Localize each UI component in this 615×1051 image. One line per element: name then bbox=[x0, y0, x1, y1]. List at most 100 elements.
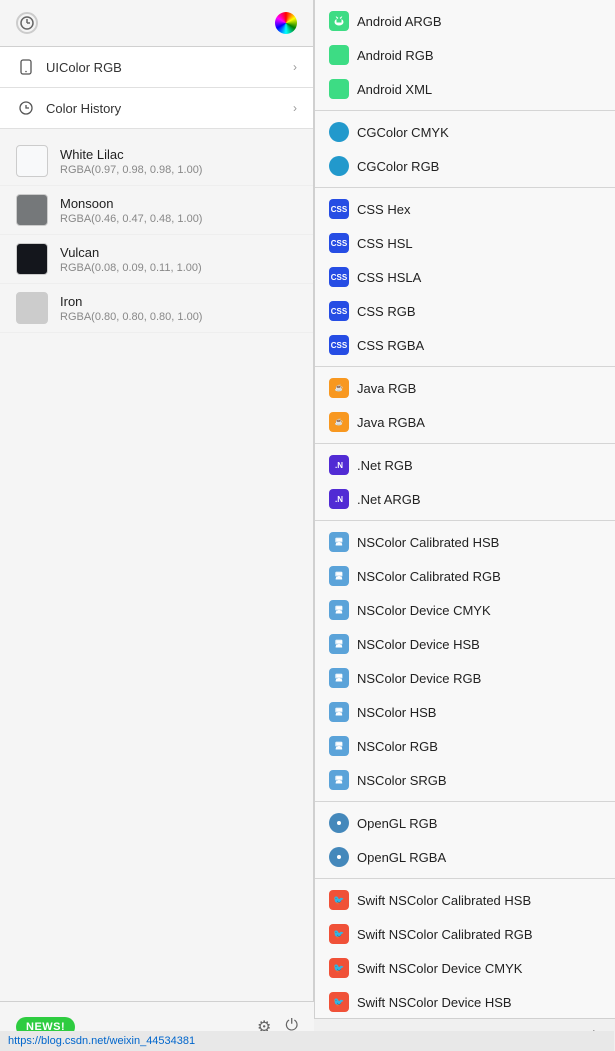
dropdown-item-nscolor-rgb[interactable]: 🖥 NSColor RGB bbox=[315, 729, 615, 763]
css-rgba-label: CSS RGBA bbox=[357, 338, 424, 353]
dropdown-item-swift-nscolor-device-hsb[interactable]: 🐦 Swift NSColor Device HSB bbox=[315, 985, 615, 1019]
dropdown-item-nscolor-srgb[interactable]: 🖥 NSColor SRGB bbox=[315, 763, 615, 797]
android-rgb-label: Android RGB bbox=[357, 48, 434, 63]
nav-color-history-label: Color History bbox=[46, 101, 293, 116]
swift-icon: 🐦 bbox=[329, 958, 349, 978]
dropdown-item-opengl-rgb[interactable]: OpenGL RGB bbox=[315, 806, 615, 840]
dropdown-item-swift-nscolor-calibrated-rgb[interactable]: 🐦 Swift NSColor Calibrated RGB bbox=[315, 917, 615, 951]
dropdown-item-css-rgb[interactable]: CSS CSS RGB bbox=[315, 294, 615, 328]
dropdown-item-android-argb[interactable]: Android ARGB bbox=[315, 4, 615, 38]
status-bar: https://blog.csdn.net/weixin_44534381 bbox=[0, 1031, 614, 1051]
java-icon: ☕ bbox=[329, 378, 349, 398]
dropdown-item-nscolor-device-hsb[interactable]: 🖥 NSColor Device HSB bbox=[315, 627, 615, 661]
nav-history-chevron: › bbox=[293, 101, 297, 115]
cgcolor-icon bbox=[329, 156, 349, 176]
dropdown-item-css-hsl[interactable]: CSS CSS HSL bbox=[315, 226, 615, 260]
android-argb-label: Android ARGB bbox=[357, 14, 442, 29]
color-value-monsoon: RGBA(0.46, 0.47, 0.48, 1.00) bbox=[60, 213, 202, 225]
nscolor-icon: 🖥 bbox=[329, 532, 349, 552]
swift-icon: 🐦 bbox=[329, 992, 349, 1012]
section-nscolor: 🖥 NSColor Calibrated HSB 🖥 NSColor Calib… bbox=[315, 521, 615, 802]
css-icon: CSS bbox=[329, 335, 349, 355]
color-swatch-vulcan bbox=[16, 243, 48, 275]
color-swatch-iron bbox=[16, 292, 48, 324]
java-icon: ☕ bbox=[329, 412, 349, 432]
dropdown-item-nscolor-hsb[interactable]: 🖥 NSColor HSB bbox=[315, 695, 615, 729]
dropdown-item-css-rgba[interactable]: CSS CSS RGBA bbox=[315, 328, 615, 362]
css-hex-label: CSS Hex bbox=[357, 202, 410, 217]
dropdown-item-java-rgba[interactable]: ☕ Java RGBA bbox=[315, 405, 615, 439]
nscolor-srgb-label: NSColor SRGB bbox=[357, 773, 447, 788]
color-info-iron: Iron RGBA(0.80, 0.80, 0.80, 1.00) bbox=[60, 294, 202, 323]
section-java: ☕ Java RGB ☕ Java RGBA bbox=[315, 367, 615, 444]
history-icon bbox=[16, 98, 36, 118]
nscolor-hsb-label: NSColor HSB bbox=[357, 705, 436, 720]
color-value-vulcan: RGBA(0.08, 0.09, 0.11, 1.00) bbox=[60, 262, 202, 274]
nscolor-calibrated-rgb-label: NSColor Calibrated RGB bbox=[357, 569, 501, 584]
nscolor-calibrated-hsb-label: NSColor Calibrated HSB bbox=[357, 535, 499, 550]
nav-item-uicolor-rgb[interactable]: UIColor RGB › bbox=[0, 47, 313, 88]
color-name-vulcan: Vulcan bbox=[60, 245, 202, 260]
section-cgcolor: CGColor CMYK CGColor RGB bbox=[315, 111, 615, 188]
dropdown-item-nscolor-calibrated-rgb[interactable]: 🖥 NSColor Calibrated RGB bbox=[315, 559, 615, 593]
android-xml-label: Android XML bbox=[357, 82, 432, 97]
swift-nscolor-device-hsb-label: Swift NSColor Device HSB bbox=[357, 995, 512, 1010]
nscolor-icon: 🖥 bbox=[329, 736, 349, 756]
dropdown-item-nscolor-device-cmyk[interactable]: 🖥 NSColor Device CMYK bbox=[315, 593, 615, 627]
dropdown-item-cgcolor-cmyk[interactable]: CGColor CMYK bbox=[315, 115, 615, 149]
dotnet-rgb-label: .Net RGB bbox=[357, 458, 413, 473]
phone-icon bbox=[16, 57, 36, 77]
list-item[interactable]: White Lilac RGBA(0.97, 0.98, 0.98, 1.00) bbox=[0, 137, 313, 186]
dropdown-item-nscolor-calibrated-hsb[interactable]: 🖥 NSColor Calibrated HSB bbox=[315, 525, 615, 559]
color-name-iron: Iron bbox=[60, 294, 202, 309]
list-item[interactable]: Vulcan RGBA(0.08, 0.09, 0.11, 1.00) bbox=[0, 235, 313, 284]
color-wheel-icon[interactable] bbox=[275, 12, 297, 34]
color-info-monsoon: Monsoon RGBA(0.46, 0.47, 0.48, 1.00) bbox=[60, 196, 202, 225]
opengl-icon bbox=[329, 813, 349, 833]
color-info-vulcan: Vulcan RGBA(0.08, 0.09, 0.11, 1.00) bbox=[60, 245, 202, 274]
dropdown-item-android-rgb[interactable]: Android RGB bbox=[315, 38, 615, 72]
section-css: CSS CSS Hex CSS CSS HSL CSS CSS HSLA CSS… bbox=[315, 188, 615, 367]
dropdown-item-opengl-rgba[interactable]: OpenGL RGBA bbox=[315, 840, 615, 874]
top-bar bbox=[0, 0, 313, 47]
swift-nscolor-calibrated-rgb-label: Swift NSColor Calibrated RGB bbox=[357, 927, 533, 942]
dropdown-item-css-hsla[interactable]: CSS CSS HSLA bbox=[315, 260, 615, 294]
color-swatch-monsoon bbox=[16, 194, 48, 226]
dropdown-item-dotnet-rgb[interactable]: .N .Net RGB bbox=[315, 448, 615, 482]
color-info-white-lilac: White Lilac RGBA(0.97, 0.98, 0.98, 1.00) bbox=[60, 147, 202, 176]
nscolor-icon: 🖥 bbox=[329, 770, 349, 790]
cgcolor-cmyk-label: CGColor CMYK bbox=[357, 125, 449, 140]
css-icon: CSS bbox=[329, 199, 349, 219]
nscolor-icon: 🖥 bbox=[329, 668, 349, 688]
dropdown-item-css-hex[interactable]: CSS CSS Hex bbox=[315, 192, 615, 226]
section-android: Android ARGB Android RGB Android XML bbox=[315, 0, 615, 111]
android-icon bbox=[329, 79, 349, 99]
color-list: White Lilac RGBA(0.97, 0.98, 0.98, 1.00)… bbox=[0, 129, 313, 341]
opengl-rgba-label: OpenGL RGBA bbox=[357, 850, 446, 865]
opengl-rgb-label: OpenGL RGB bbox=[357, 816, 437, 831]
java-rgba-label: Java RGBA bbox=[357, 415, 425, 430]
list-item[interactable]: Monsoon RGBA(0.46, 0.47, 0.48, 1.00) bbox=[0, 186, 313, 235]
color-value-iron: RGBA(0.80, 0.80, 0.80, 1.00) bbox=[60, 311, 202, 323]
swift-nscolor-device-cmyk-label: Swift NSColor Device CMYK bbox=[357, 961, 522, 976]
dropdown-item-nscolor-device-rgb[interactable]: 🖥 NSColor Device RGB bbox=[315, 661, 615, 695]
color-value-white-lilac: RGBA(0.97, 0.98, 0.98, 1.00) bbox=[60, 164, 202, 176]
nscolor-device-cmyk-label: NSColor Device CMYK bbox=[357, 603, 491, 618]
section-swift-nscolor: 🐦 Swift NSColor Calibrated HSB 🐦 Swift N… bbox=[315, 879, 615, 1020]
nav-uicolor-chevron: › bbox=[293, 60, 297, 74]
opengl-icon bbox=[329, 847, 349, 867]
nscolor-icon: 🖥 bbox=[329, 600, 349, 620]
color-name-white-lilac: White Lilac bbox=[60, 147, 202, 162]
dropdown-item-swift-nscolor-calibrated-hsb[interactable]: 🐦 Swift NSColor Calibrated HSB bbox=[315, 883, 615, 917]
dropdown-item-java-rgb[interactable]: ☕ Java RGB bbox=[315, 371, 615, 405]
dropdown-item-swift-nscolor-device-cmyk[interactable]: 🐦 Swift NSColor Device CMYK bbox=[315, 951, 615, 985]
css-icon: CSS bbox=[329, 233, 349, 253]
nscolor-device-rgb-label: NSColor Device RGB bbox=[357, 671, 481, 686]
dropdown-item-cgcolor-rgb[interactable]: CGColor RGB bbox=[315, 149, 615, 183]
format-dropdown-panel: Android ARGB Android RGB Android XML CGC… bbox=[314, 0, 615, 1020]
list-item[interactable]: Iron RGBA(0.80, 0.80, 0.80, 1.00) bbox=[0, 284, 313, 333]
swift-nscolor-calibrated-hsb-label: Swift NSColor Calibrated HSB bbox=[357, 893, 531, 908]
dropdown-item-dotnet-argb[interactable]: .N .Net ARGB bbox=[315, 482, 615, 516]
dropdown-item-android-xml[interactable]: Android XML bbox=[315, 72, 615, 106]
nav-item-color-history[interactable]: Color History › bbox=[0, 88, 313, 129]
